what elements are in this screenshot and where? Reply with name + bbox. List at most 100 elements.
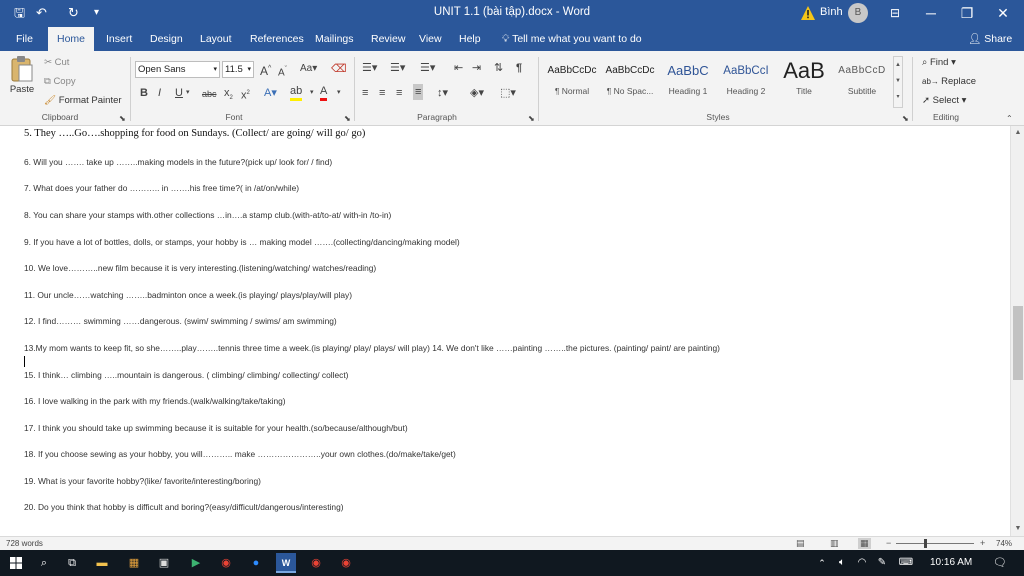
document-line[interactable]: 11. Our uncle……watching ……..badminton on… (24, 290, 352, 300)
zoom-slider-knob[interactable] (924, 539, 927, 548)
collapse-ribbon-icon[interactable]: ⌃ (1006, 112, 1013, 126)
chrome-icon[interactable]: ◉ (216, 553, 236, 573)
zoom-slider[interactable] (896, 543, 974, 544)
decrease-indent-icon[interactable]: ⇤ (454, 61, 463, 75)
customize-quick-access-icon[interactable]: ▾ (94, 5, 99, 21)
align-right-icon[interactable]: ≡ (396, 86, 402, 100)
align-center-icon[interactable]: ≡ (379, 86, 385, 100)
align-left-icon[interactable]: ≡ (362, 86, 368, 100)
cut-button[interactable]: ✂ Cut (44, 57, 69, 68)
tab-file[interactable]: File (8, 27, 41, 51)
share-button[interactable]: 👤︎ Share (968, 27, 1012, 51)
vertical-scrollbar[interactable]: ▲ ▼ (1010, 126, 1024, 536)
italic-icon[interactable]: I (158, 86, 161, 100)
shading-icon[interactable]: ◈▾ (470, 86, 484, 100)
style-heading-2[interactable]: AaBbCcI Heading 2 (717, 56, 775, 108)
document-line[interactable]: 15. I think… climbing …..mountain is dan… (24, 370, 348, 380)
tab-layout[interactable]: Layout (192, 27, 240, 51)
app-icon[interactable]: ▦ (124, 553, 144, 573)
print-layout-icon[interactable]: ▥ (830, 538, 839, 549)
close-button[interactable]: ✕ (980, 0, 1024, 27)
clock[interactable]: 10:16 AM (930, 557, 972, 568)
document-line[interactable]: 12. I find……… swimming ……dangerous. (swi… (24, 316, 337, 326)
replace-button[interactable]: ab→ Replace (922, 76, 976, 87)
style-heading-1[interactable]: AaBbC Heading 1 (659, 56, 717, 108)
tab-view[interactable]: View (411, 27, 450, 51)
style-no-spacing[interactable]: AaBbCcDc ¶ No Spac... (601, 56, 659, 108)
save-icon[interactable]: 🖫 (14, 5, 25, 21)
chrome-icon[interactable]: ◉ (306, 553, 326, 573)
app-icon[interactable]: ▶ (186, 553, 206, 573)
borders-icon[interactable]: ⬚▾ (500, 86, 516, 100)
document-line[interactable]: 19. What is your favorite hobby?(like/ f… (24, 476, 261, 486)
multilevel-list-icon[interactable]: ☰▾ (420, 61, 435, 75)
clear-formatting-icon[interactable]: ⌫ (331, 62, 347, 76)
font-name-combo[interactable]: Open Sans ▾ (135, 61, 220, 78)
document-line[interactable]: 16. I love walking in the park with my f… (24, 396, 286, 406)
style-normal[interactable]: AaBbCcDc ¶ Normal (543, 56, 601, 108)
scroll-down-icon[interactable]: ▼ (1011, 522, 1024, 536)
tab-home[interactable]: Home (48, 27, 94, 51)
avatar[interactable]: B (848, 3, 868, 23)
bullets-icon[interactable]: ☰▾ (362, 61, 377, 75)
find-button[interactable]: ⌕ Find ▾ (922, 57, 956, 68)
notifications-icon[interactable]: 🗨︎ (990, 553, 1010, 573)
document-line[interactable]: 9. If you have a lot of bottles, dolls, … (24, 237, 460, 247)
grow-font-icon[interactable]: A^ (260, 62, 271, 78)
document-line[interactable]: 17. I think you should take up swimming … (24, 423, 408, 433)
superscript-icon[interactable]: x2 (241, 86, 250, 103)
redo-icon[interactable]: ↻ (68, 5, 79, 21)
tab-help[interactable]: Help (451, 27, 489, 51)
style-title[interactable]: AaB Title (775, 56, 833, 108)
task-view-icon[interactable]: ⧉ (62, 553, 82, 573)
underline-icon[interactable]: U (175, 86, 183, 100)
search-icon[interactable]: ⌕ (34, 553, 54, 573)
font-size-combo[interactable]: 11.5 ▾ (222, 61, 254, 78)
document-line[interactable]: 7. What does your father do ……….. in …….… (24, 183, 299, 193)
tab-design[interactable]: Design (142, 27, 191, 51)
zoom-in-icon[interactable]: + (980, 538, 985, 548)
keyboard-icon[interactable]: ⌨ (896, 553, 916, 573)
user-name[interactable]: Bình (820, 6, 843, 18)
select-button[interactable]: ➚ Select ▾ (922, 95, 966, 106)
scroll-up-icon[interactable]: ▲ (1011, 126, 1024, 140)
pen-icon[interactable]: ✎ (872, 553, 892, 573)
document-line[interactable]: 18. If you choose sewing as your hobby, … (24, 449, 456, 459)
document-line[interactable]: 8. You can share your stamps with.other … (24, 210, 391, 220)
word-count[interactable]: 728 words (6, 539, 43, 548)
web-layout-icon[interactable]: ▦ (858, 538, 871, 549)
style-subtitle[interactable]: AaBbCcD Subtitle (833, 56, 891, 108)
paste-button[interactable]: Paste (6, 55, 38, 105)
show-formatting-icon[interactable]: ¶ (516, 61, 522, 75)
document-line[interactable]: 20. Do you think that hobby is difficult… (24, 502, 344, 512)
zoom-out-icon[interactable]: − (886, 538, 891, 548)
line-spacing-icon[interactable]: ↕▾ (437, 86, 448, 100)
change-case-icon[interactable]: Aa▾ (300, 62, 317, 76)
undo-icon[interactable]: ↶ (36, 5, 47, 21)
tell-me-search[interactable]: 💡︎ Tell me what you want to do (502, 27, 642, 51)
format-painter-button[interactable]: 🖌︎ Format Painter (44, 95, 122, 106)
text-effects-icon[interactable]: A▾ (264, 86, 277, 100)
increase-indent-icon[interactable]: ⇥ (472, 61, 481, 75)
highlight-icon[interactable]: ab (290, 84, 303, 101)
read-mode-icon[interactable]: ▤ (796, 538, 805, 549)
zoom-level[interactable]: 74% (996, 539, 1012, 548)
chevron-down-icon[interactable]: ▾ (310, 86, 314, 100)
justify-icon[interactable]: ≡ (413, 84, 424, 100)
document-line[interactable]: 6. Will you ……. take up ……..making model… (24, 157, 332, 167)
warning-icon[interactable] (800, 5, 816, 21)
chrome-icon[interactable]: ◉ (336, 553, 356, 573)
subscript-icon[interactable]: x2 (224, 86, 233, 105)
document-canvas[interactable]: 5. They …..Go….shopping for food on Sund… (0, 126, 1010, 536)
chevron-down-icon[interactable]: ▾ (337, 86, 341, 100)
chevron-down-icon[interactable]: ▾ (186, 86, 190, 100)
tab-mailings[interactable]: Mailings (307, 27, 362, 51)
tray-overflow-icon[interactable]: ⌃ (812, 553, 832, 573)
tab-references[interactable]: References (242, 27, 312, 51)
wifi-icon[interactable]: ◠ (852, 553, 872, 573)
clipboard-launcher-icon[interactable]: ⬊ (119, 112, 126, 126)
tab-review[interactable]: Review (363, 27, 413, 51)
file-explorer-icon[interactable]: ▬ (92, 553, 112, 573)
styles-launcher-icon[interactable]: ⬊ (902, 112, 909, 126)
copy-button[interactable]: ⧉ Copy (44, 76, 76, 87)
